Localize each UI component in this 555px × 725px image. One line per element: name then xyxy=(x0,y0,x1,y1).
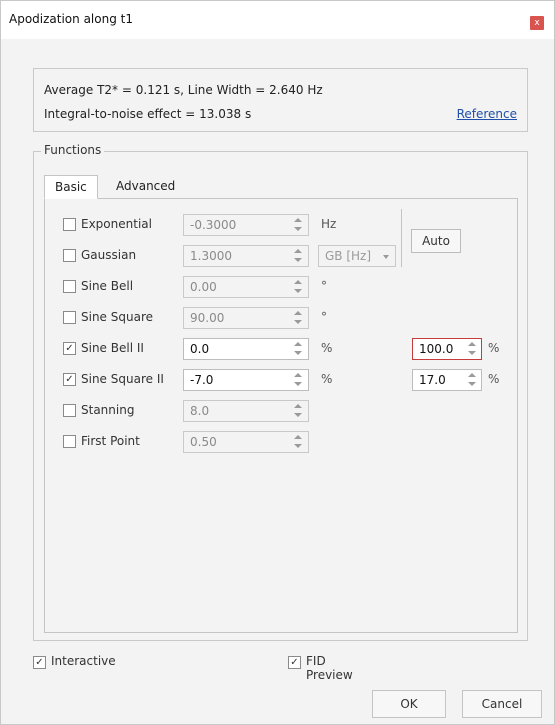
stanning-label: Stanning xyxy=(81,403,135,417)
row-stanning: Stanning 8.0 xyxy=(45,400,515,422)
sine-square-checkbox[interactable] xyxy=(63,311,76,324)
tab-basic[interactable]: Basic xyxy=(44,175,98,199)
sine-bell-spinner-icon[interactable] xyxy=(291,277,305,297)
sine-bell-label: Sine Bell xyxy=(81,279,134,293)
stanning-spinner-icon[interactable] xyxy=(291,401,305,421)
gaussian-label: Gaussian xyxy=(81,248,137,262)
row-sine-bell: Sine Bell 0.00 ° xyxy=(45,276,515,298)
chevron-down-icon xyxy=(383,255,389,259)
sine-bell-ii-end-unit: % xyxy=(488,341,500,355)
close-icon[interactable]: x xyxy=(534,18,539,28)
row-sine-square: Sine Square 90.00 ° xyxy=(45,307,515,329)
cancel-button[interactable]: Cancel xyxy=(462,690,542,718)
first-point-label: First Point xyxy=(81,434,140,448)
gaussian-units-value: GB [Hz] xyxy=(325,249,372,263)
window-title: Apodization along t1 xyxy=(9,12,133,26)
divider xyxy=(401,209,402,267)
exponential-unit: Hz xyxy=(321,217,337,231)
first-point-checkbox[interactable] xyxy=(63,435,76,448)
sine-square-ii-end-spinner-icon[interactable] xyxy=(465,370,479,390)
integral-noise-text: Integral-to-noise effect = 13.038 s xyxy=(44,107,252,121)
exponential-spinner-icon[interactable] xyxy=(291,215,305,235)
sine-square-ii-label: Sine Square II xyxy=(81,372,164,386)
sine-bell-ii-label: Sine Bell II xyxy=(81,341,144,355)
apodization-dialog: Apodization along t1 x Average T2* = 0.1… xyxy=(0,0,555,725)
t2-linewidth-text: Average T2* = 0.121 s, Line Width = 2.64… xyxy=(44,83,323,97)
reference-link[interactable]: Reference xyxy=(457,107,517,121)
sine-square-spinner-icon[interactable] xyxy=(291,308,305,328)
row-first-point: First Point 0.50 xyxy=(45,431,515,453)
row-sine-square-ii: ✓ Sine Square II -7.0 % 17.0 % xyxy=(45,369,515,391)
fid-preview-label: FID Preview xyxy=(306,654,353,682)
interactive-label: Interactive xyxy=(51,654,116,668)
sine-square-ii-checkbox[interactable]: ✓ xyxy=(63,373,76,386)
gaussian-checkbox[interactable] xyxy=(63,249,76,262)
interactive-checkbox[interactable]: ✓ xyxy=(33,656,46,669)
sine-square-ii-start-spinner-icon[interactable] xyxy=(291,370,305,390)
functions-legend: Functions xyxy=(41,143,105,157)
gaussian-units-select[interactable]: GB [Hz] xyxy=(318,245,396,267)
sine-bell-ii-checkbox[interactable]: ✓ xyxy=(63,342,76,355)
sine-square-unit: ° xyxy=(321,310,327,324)
tab-advanced[interactable]: Advanced xyxy=(106,175,185,199)
fid-preview-checkbox[interactable]: ✓ xyxy=(288,656,301,669)
sine-bell-ii-end-spinner-icon[interactable] xyxy=(465,339,479,359)
exponential-label: Exponential xyxy=(81,217,152,231)
sine-square-ii-start-unit: % xyxy=(321,372,333,386)
sine-square-ii-end-unit: % xyxy=(488,372,500,386)
functions-group: Functions Basic Advanced Exponential -0.… xyxy=(33,143,528,641)
sine-bell-ii-start-spinner-icon[interactable] xyxy=(291,339,305,359)
sine-bell-checkbox[interactable] xyxy=(63,280,76,293)
ok-button[interactable]: OK xyxy=(372,690,446,718)
sine-bell-unit: ° xyxy=(321,279,327,293)
auto-button[interactable]: Auto xyxy=(411,229,461,253)
gaussian-spinner-icon[interactable] xyxy=(291,246,305,266)
first-point-spinner-icon[interactable] xyxy=(291,432,305,452)
close-button[interactable]: x xyxy=(530,16,544,30)
row-sine-bell-ii: ✓ Sine Bell II 0.0 % 100.0 % xyxy=(45,338,515,360)
stanning-checkbox[interactable] xyxy=(63,404,76,417)
sine-bell-ii-start-unit: % xyxy=(321,341,333,355)
title-bar: Apodization along t1 x xyxy=(1,1,554,39)
basic-tab-panel: Exponential -0.3000 Hz Gaussian 1.3000 G… xyxy=(44,198,518,633)
exponential-checkbox[interactable] xyxy=(63,218,76,231)
info-box: Average T2* = 0.121 s, Line Width = 2.64… xyxy=(33,68,528,132)
sine-square-label: Sine Square xyxy=(81,310,153,324)
